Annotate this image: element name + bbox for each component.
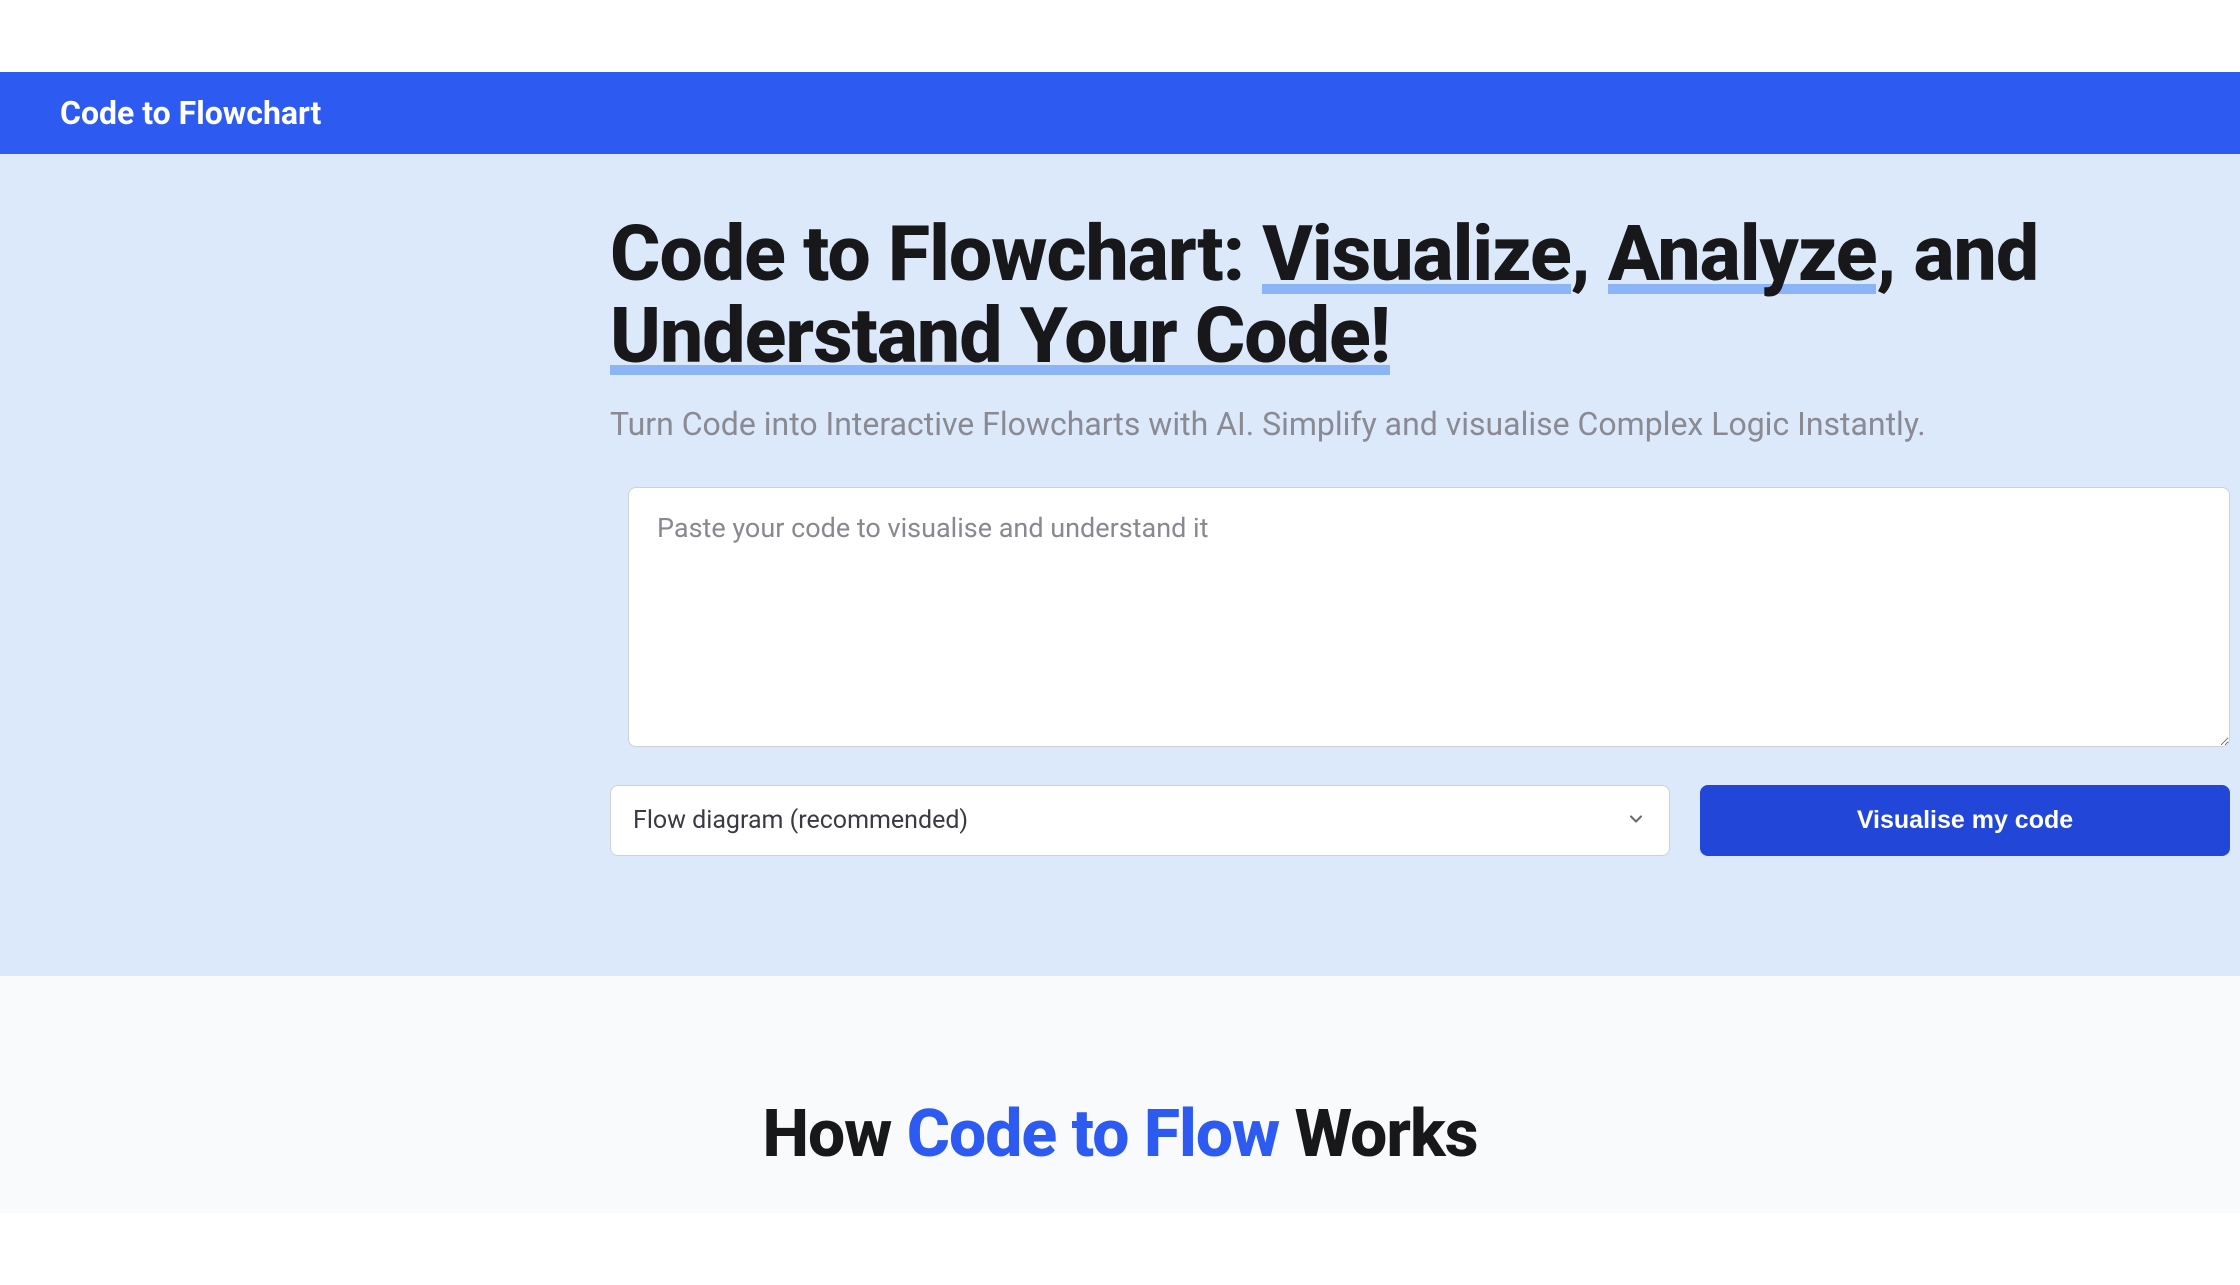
top-spacer	[0, 0, 2240, 72]
nav-brand[interactable]: Code to Flowchart	[60, 94, 2180, 132]
hero-title-underline-visualize: Visualize	[1262, 214, 1570, 296]
bottom-spacer	[0, 1213, 2240, 1285]
visualise-button[interactable]: Visualise my code	[1700, 785, 2230, 856]
hero-title-text: ,	[1571, 209, 1608, 299]
hero-title-text: Code to Flowchart:	[610, 209, 1262, 299]
hero-title-text: , and	[1876, 209, 2038, 299]
nav-bar: Code to Flowchart	[0, 72, 2240, 154]
diagram-type-select[interactable]: Flow diagram (recommended)	[610, 785, 1670, 856]
how-title-text: How	[762, 1096, 906, 1173]
controls-row: Flow diagram (recommended) Visualise my …	[610, 785, 2230, 856]
hero-subtitle: Turn Code into Interactive Flowcharts wi…	[610, 405, 2230, 443]
hero-title-underline-analyze: Analyze	[1608, 214, 1877, 296]
how-it-works-section: How Code to Flow Works	[0, 976, 2240, 1213]
code-input[interactable]	[628, 487, 2230, 747]
how-title-accent: Code to Flow	[907, 1096, 1279, 1173]
hero-title: Code to Flowchart: Visualize, Analyze, a…	[610, 214, 2230, 377]
how-it-works-title: How Code to Flow Works	[0, 1096, 2240, 1173]
hero-title-underline-understand: Understand Your Code!	[610, 296, 1390, 378]
how-title-text: Works	[1279, 1096, 1477, 1173]
diagram-type-select-wrap: Flow diagram (recommended)	[610, 785, 1670, 856]
hero-section: Code to Flowchart: Visualize, Analyze, a…	[0, 154, 2240, 976]
